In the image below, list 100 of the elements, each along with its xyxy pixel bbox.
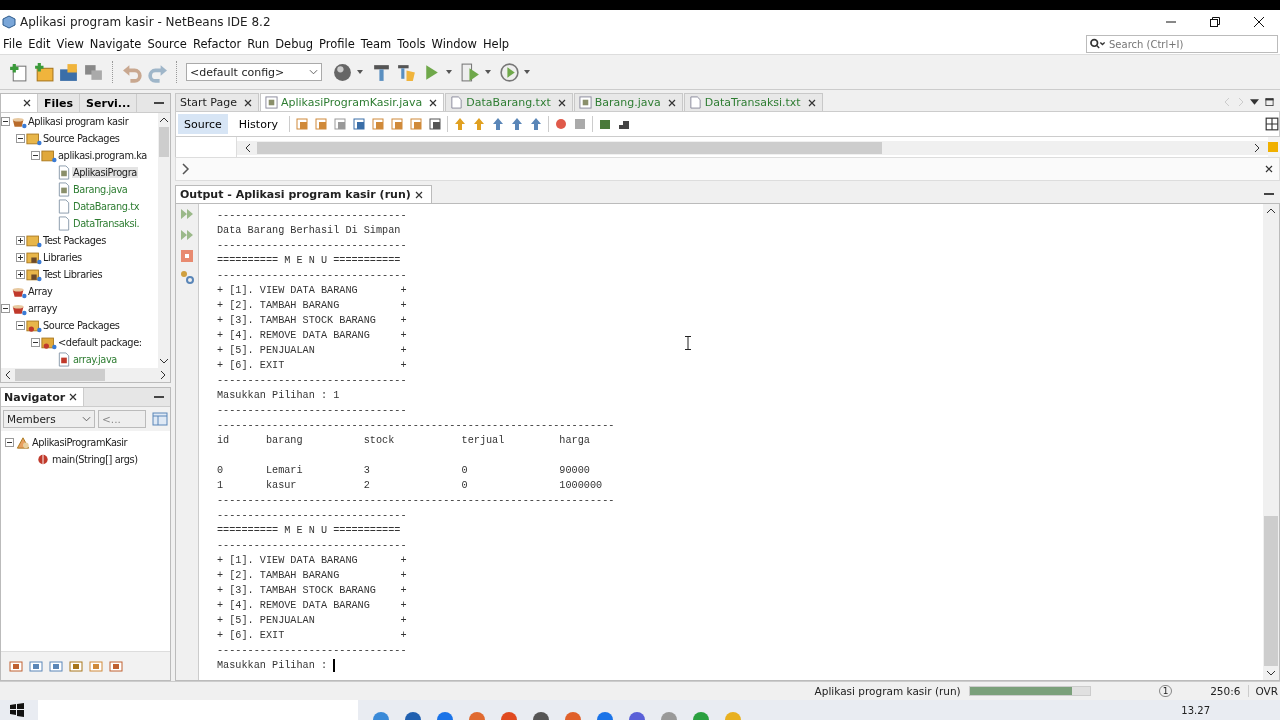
editor-tab[interactable]: Start Page <box>175 93 259 111</box>
app-icon[interactable] <box>372 710 390 720</box>
collapse-icon[interactable] <box>31 151 40 160</box>
caret-icon[interactable] <box>357 70 363 74</box>
tree-item[interactable]: array.java <box>72 354 118 365</box>
app-icon[interactable] <box>404 710 422 720</box>
menu-item[interactable]: Refactor <box>189 37 245 51</box>
editor-tool-icon[interactable] <box>597 117 612 131</box>
caret-icon[interactable] <box>524 70 530 74</box>
scroll-left-icon[interactable] <box>5 370 11 380</box>
app-icon[interactable] <box>692 710 710 720</box>
close-icon[interactable] <box>244 98 252 107</box>
filter-icon[interactable] <box>69 659 83 673</box>
editor-tool-icon[interactable] <box>351 117 366 131</box>
filter-icon[interactable] <box>9 659 23 673</box>
tree-item[interactable]: Array <box>27 286 54 297</box>
view-tab[interactable]: History <box>232 114 284 134</box>
tree-item[interactable]: AplikasiProgramKasir <box>31 437 129 448</box>
stop-icon[interactable] <box>180 249 194 263</box>
app-icon[interactable] <box>596 710 614 720</box>
editor-tab[interactable]: DataBarang.txt <box>445 93 573 111</box>
record-icon[interactable] <box>553 117 568 131</box>
editor-tab[interactable]: Barang.java <box>573 93 683 111</box>
stop-icon[interactable] <box>572 117 587 131</box>
close-icon[interactable] <box>23 99 31 107</box>
start-icon[interactable] <box>10 703 24 717</box>
globe-icon[interactable] <box>332 61 353 83</box>
arrow-icon[interactable] <box>452 117 467 131</box>
filter-icon[interactable] <box>109 659 123 673</box>
tree-item[interactable]: arrayy <box>27 303 59 314</box>
tree-item[interactable]: aplikasi.program.ka <box>57 150 148 161</box>
close-icon[interactable] <box>1265 165 1273 173</box>
filter-icon[interactable] <box>89 659 103 673</box>
chevron-icon[interactable] <box>182 163 190 175</box>
menu-item[interactable]: View <box>53 37 87 51</box>
search-icon[interactable] <box>1089 38 1105 49</box>
collapse-icon[interactable] <box>31 338 40 347</box>
search-field[interactable]: Search (Ctrl+I) <box>1086 35 1278 53</box>
scroll-right-icon[interactable] <box>1254 143 1260 153</box>
config-dropdown[interactable]: <default config> <box>186 63 322 81</box>
tree-item[interactable]: main(String[] args) <box>51 454 139 465</box>
arrow-icon[interactable] <box>528 117 543 131</box>
close-icon[interactable] <box>1254 17 1264 27</box>
menu-item[interactable]: Navigate <box>86 37 145 51</box>
menu-item[interactable]: Edit <box>25 37 54 51</box>
tree-item[interactable]: DataBarang.tx <box>72 201 141 212</box>
collapse-icon[interactable] <box>16 134 25 143</box>
new-project-icon[interactable] <box>33 61 54 83</box>
expand-icon[interactable] <box>16 236 25 245</box>
arrow-icon[interactable] <box>509 117 524 131</box>
caret-icon[interactable] <box>485 70 491 74</box>
layout-icon[interactable] <box>152 412 168 426</box>
collapse-icon[interactable] <box>1 304 10 313</box>
menu-item[interactable]: Source <box>144 37 190 51</box>
filter-icon[interactable] <box>49 659 63 673</box>
restore-icon[interactable] <box>1210 17 1220 27</box>
open-project-icon[interactable] <box>58 61 79 83</box>
debug-icon[interactable] <box>460 61 481 83</box>
close-icon[interactable] <box>69 393 78 401</box>
menu-item[interactable]: Run <box>244 37 273 51</box>
filter-icon[interactable] <box>29 659 43 673</box>
tree-item[interactable]: Libraries <box>42 252 83 263</box>
menu-item[interactable]: Window <box>428 37 480 51</box>
tree-item[interactable]: Aplikasi program kasir <box>27 116 130 127</box>
collapse-icon[interactable] <box>1 117 10 126</box>
tab-list-icon[interactable] <box>1250 98 1259 106</box>
scrollbar-thumb[interactable] <box>1264 516 1278 666</box>
app-icon[interactable] <box>436 710 454 720</box>
scrollbar-thumb[interactable] <box>159 127 169 157</box>
close-icon[interactable] <box>414 190 423 199</box>
new-file-icon[interactable] <box>8 61 29 83</box>
tree-item[interactable]: AplikasiProgra <box>72 167 138 178</box>
menu-item[interactable]: Help <box>479 37 513 51</box>
output-tab[interactable]: Output - Aplikasi program kasir (run) <box>175 185 432 203</box>
expand-icon[interactable] <box>16 253 25 262</box>
warning-marker[interactable] <box>1268 142 1278 152</box>
close-icon[interactable] <box>807 98 816 107</box>
menu-item[interactable]: Debug <box>272 37 317 51</box>
arrow-icon[interactable] <box>490 117 505 131</box>
menu-item[interactable]: File <box>0 37 26 51</box>
menu-item[interactable]: Team <box>357 37 395 51</box>
settings-icon[interactable] <box>180 270 194 284</box>
profile-icon[interactable] <box>499 61 520 83</box>
close-icon[interactable] <box>429 98 438 107</box>
maximize-icon[interactable] <box>1265 98 1274 106</box>
split-icon[interactable] <box>1265 117 1279 131</box>
collapse-icon[interactable] <box>16 321 25 330</box>
panel-tab[interactable]: Navigator <box>1 388 85 406</box>
tree-item[interactable]: Test Libraries <box>42 269 104 280</box>
menu-item[interactable]: Profile <box>316 37 358 51</box>
tree-item[interactable]: Source Packages <box>42 320 121 331</box>
app-icon[interactable] <box>628 710 646 720</box>
scroll-left-icon[interactable] <box>245 143 251 153</box>
scroll-down-icon[interactable] <box>1266 670 1276 676</box>
caret-icon[interactable] <box>446 70 452 74</box>
app-icon[interactable] <box>468 710 486 720</box>
tree-item[interactable]: Source Packages <box>42 133 121 144</box>
scroll-up-icon[interactable] <box>1266 208 1276 214</box>
tree-item[interactable]: Barang.java <box>72 184 129 195</box>
expand-icon[interactable] <box>16 270 25 279</box>
